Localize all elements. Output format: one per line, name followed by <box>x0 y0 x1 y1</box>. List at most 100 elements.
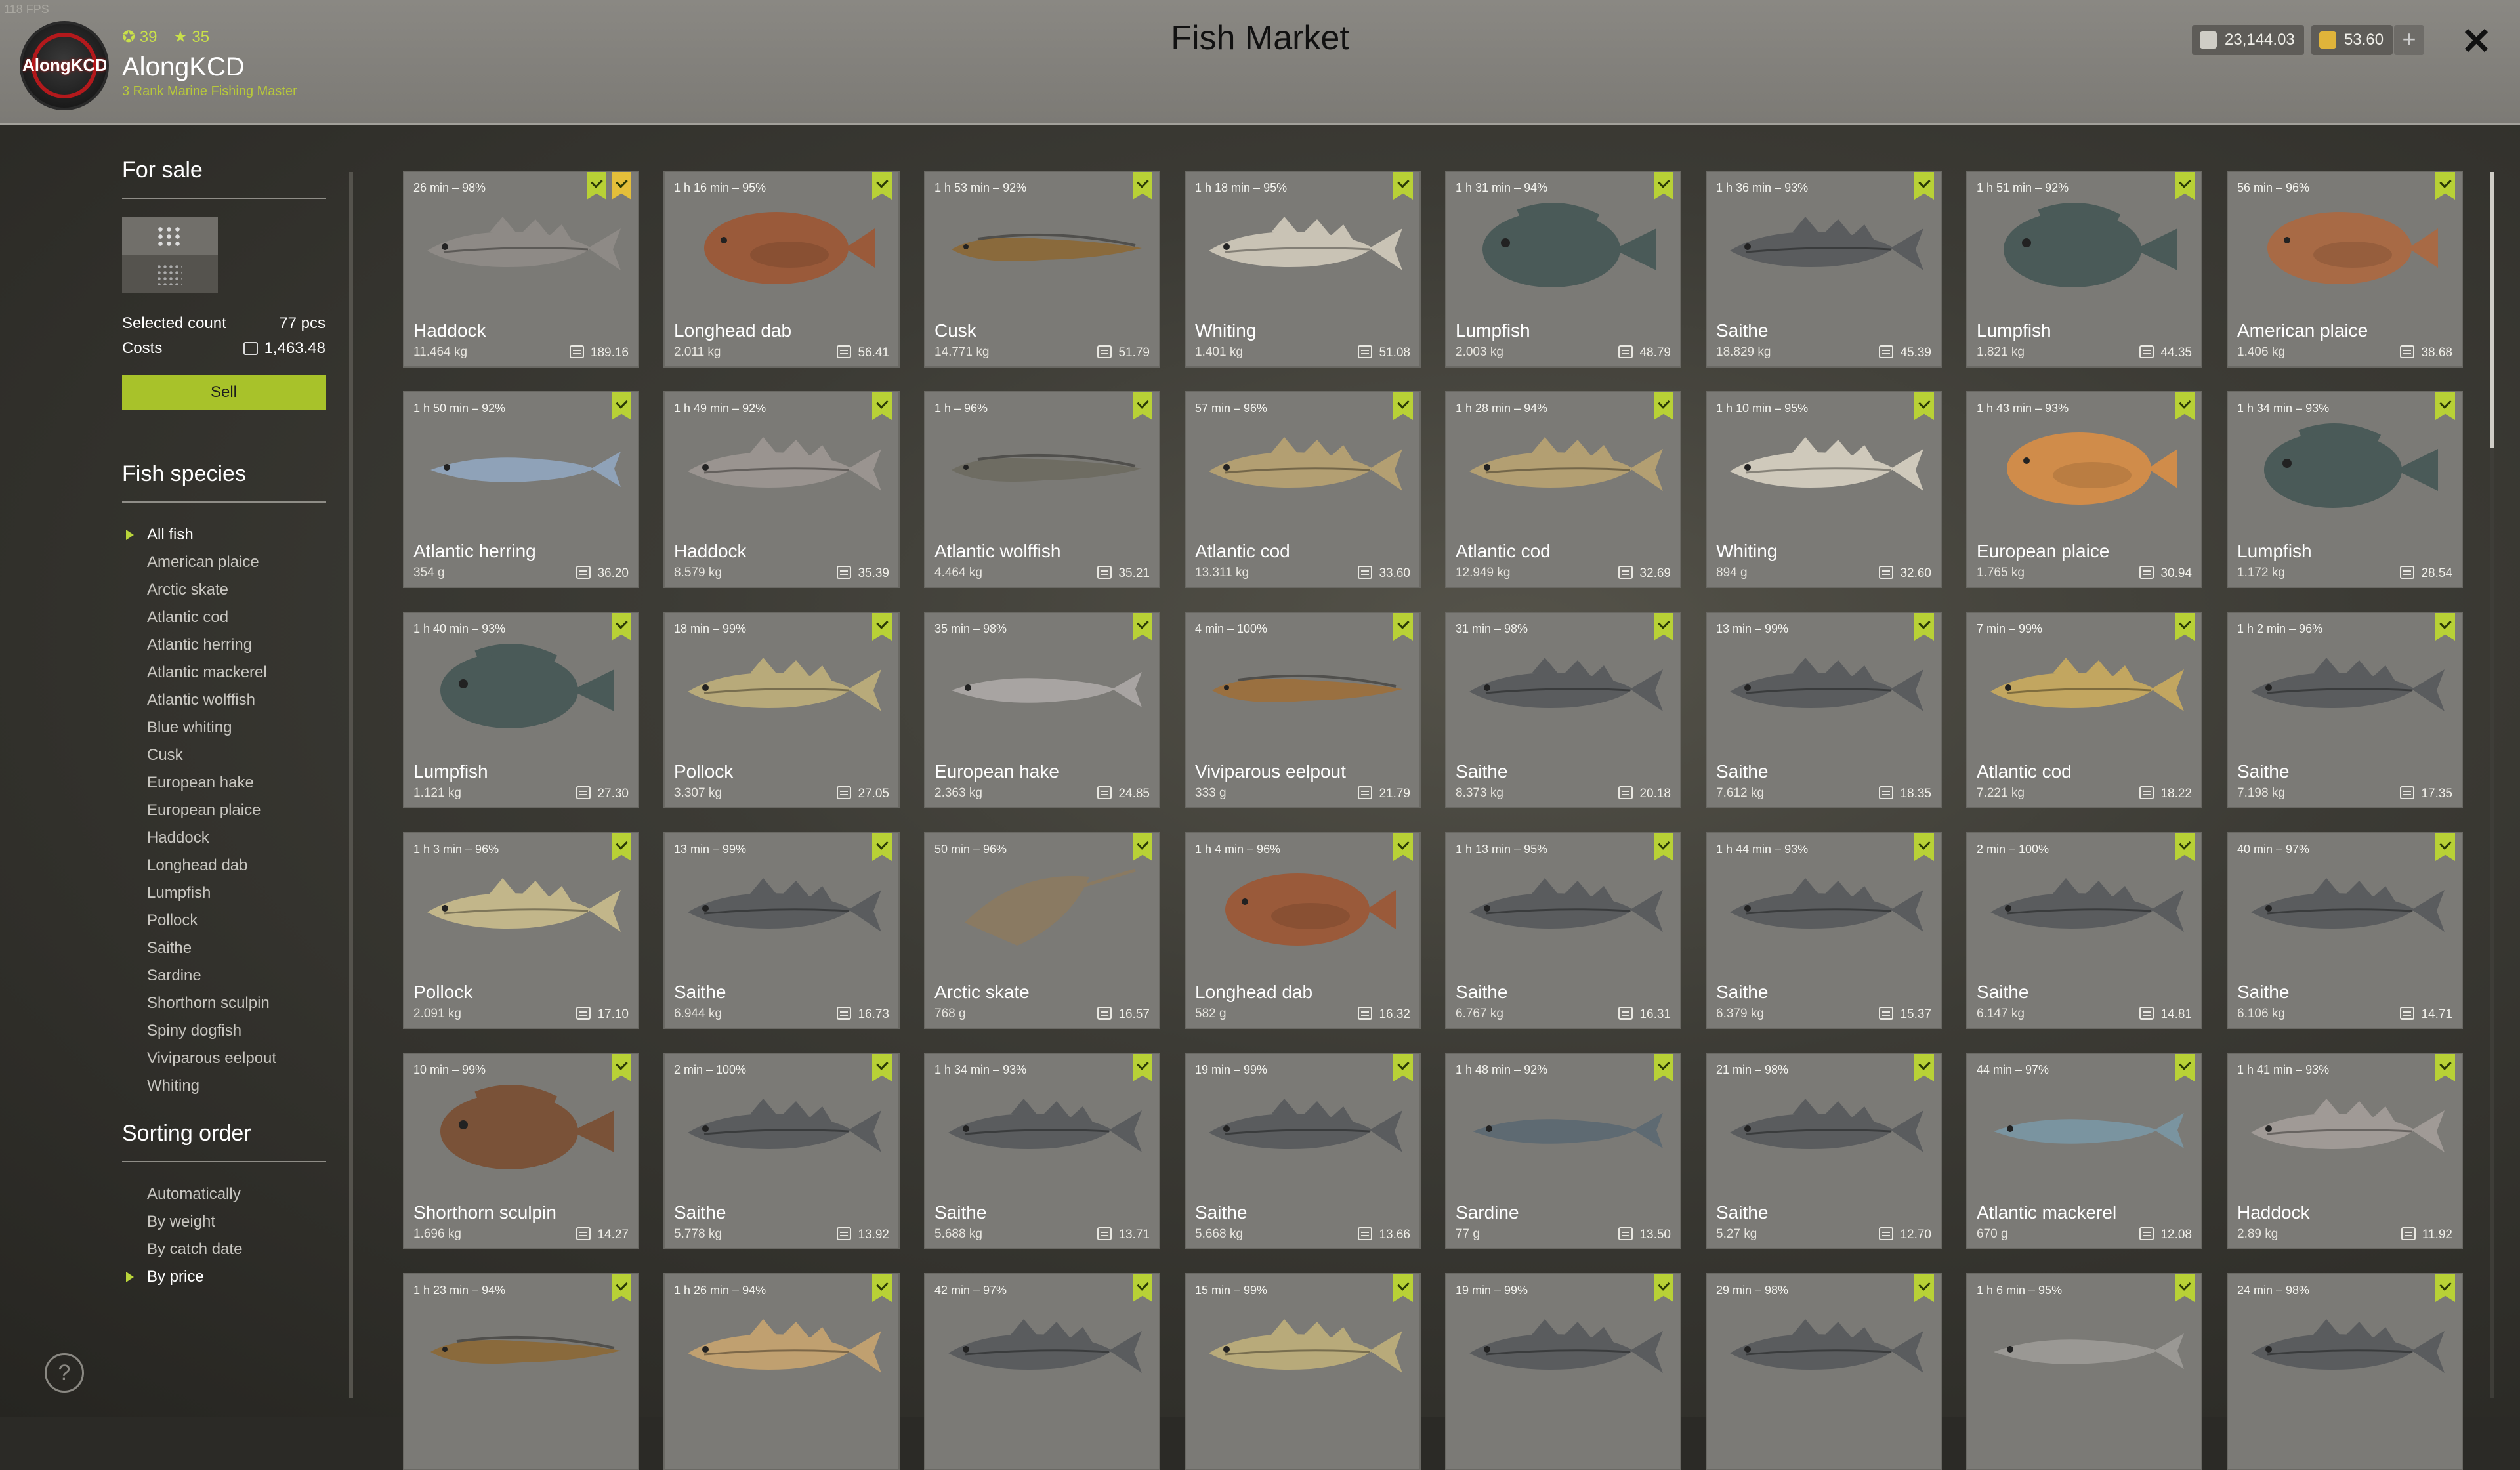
scrollbar-thumb[interactable] <box>2490 172 2494 448</box>
sort-item[interactable]: By price <box>122 1263 326 1291</box>
species-item[interactable]: Cusk <box>122 742 326 769</box>
fish-card[interactable]: 1 h 43 min – 93% European plaice 1.765 k… <box>1966 391 2202 588</box>
fish-card[interactable]: 1 h 3 min – 96% Pollock 2.091 kg 17.10 <box>403 832 639 1029</box>
species-item[interactable]: Spiny dogfish <box>122 1017 326 1045</box>
selected-check-icon[interactable] <box>1393 392 1413 420</box>
selected-check-icon[interactable] <box>1914 392 1934 420</box>
fish-card[interactable]: 1 h 13 min – 95% Saithe 6.767 kg 16.31 <box>1445 832 1681 1029</box>
fish-card[interactable]: 1 h 23 min – 94% <box>403 1273 639 1470</box>
selected-check-icon[interactable] <box>872 392 892 420</box>
fish-card[interactable]: 56 min – 96% American plaice 1.406 kg 38… <box>2227 171 2463 368</box>
fish-card[interactable]: 1 h 40 min – 93% Lumpfish 1.121 kg 27.30 <box>403 612 639 808</box>
fish-card[interactable]: 1 h 10 min – 95% Whiting 894 g 32.60 <box>1706 391 1942 588</box>
selected-check-icon[interactable] <box>1914 1054 1934 1082</box>
fish-card[interactable]: 42 min – 97% <box>924 1273 1160 1470</box>
selected-check-icon[interactable] <box>872 172 892 200</box>
sort-item[interactable]: Automatically <box>122 1181 326 1208</box>
fish-card[interactable]: 1 h 34 min – 93% Saithe 5.688 kg 13.71 <box>924 1053 1160 1250</box>
sort-item[interactable]: By catch date <box>122 1236 326 1263</box>
fish-card[interactable]: 44 min – 97% Atlantic mackerel 670 g 12.… <box>1966 1053 2202 1250</box>
fish-card[interactable]: 1 h 31 min – 94% Lumpfish 2.003 kg 48.79 <box>1445 171 1681 368</box>
selected-check-icon[interactable] <box>872 1274 892 1302</box>
fish-card[interactable]: 1 h 50 min – 92% Atlantic herring 354 g … <box>403 391 639 588</box>
selected-check-icon[interactable] <box>872 833 892 861</box>
selected-check-icon[interactable] <box>2175 613 2194 640</box>
fish-card[interactable]: 15 min – 99% <box>1185 1273 1421 1470</box>
fish-card[interactable]: 1 h 34 min – 93% Lumpfish 1.172 kg 28.54 <box>2227 391 2463 588</box>
selected-check-icon[interactable] <box>1133 613 1152 640</box>
selected-check-icon[interactable] <box>612 1274 631 1302</box>
selected-check-icon[interactable] <box>2175 392 2194 420</box>
species-item[interactable]: Atlantic herring <box>122 631 326 659</box>
selected-check-icon[interactable] <box>1393 1054 1413 1082</box>
fish-card[interactable]: 1 h 6 min – 95% <box>1966 1273 2202 1470</box>
fish-card[interactable]: 10 min – 99% Shorthorn sculpin 1.696 kg … <box>403 1053 639 1250</box>
selected-check-icon[interactable] <box>2435 613 2455 640</box>
selected-check-icon[interactable] <box>2435 1054 2455 1082</box>
fish-card[interactable]: 57 min – 96% Atlantic cod 13.311 kg 33.6… <box>1185 391 1421 588</box>
fish-card[interactable]: 40 min – 97% Saithe 6.106 kg 14.71 <box>2227 832 2463 1029</box>
fish-card[interactable]: 19 min – 99% <box>1445 1273 1681 1470</box>
species-item[interactable]: Blue whiting <box>122 714 326 742</box>
selected-check-icon[interactable] <box>1133 1274 1152 1302</box>
fish-card[interactable]: 18 min – 99% Pollock 3.307 kg 27.05 <box>663 612 900 808</box>
selected-check-icon[interactable] <box>1914 833 1934 861</box>
selected-check-icon[interactable] <box>872 613 892 640</box>
selected-check-icon[interactable] <box>1133 1054 1152 1082</box>
species-item[interactable]: All fish <box>122 521 326 549</box>
species-item[interactable]: Atlantic wolffish <box>122 686 326 714</box>
fish-card[interactable]: 1 h 2 min – 96% Saithe 7.198 kg 17.35 <box>2227 612 2463 808</box>
selected-check-icon[interactable] <box>1133 172 1152 200</box>
fish-card[interactable]: 13 min – 99% Saithe 6.944 kg 16.73 <box>663 832 900 1029</box>
fish-card[interactable]: 7 min – 99% Atlantic cod 7.221 kg 18.22 <box>1966 612 2202 808</box>
species-item[interactable]: American plaice <box>122 549 326 576</box>
species-item[interactable]: Whiting <box>122 1072 326 1100</box>
fish-card[interactable]: 31 min – 98% Saithe 8.373 kg 20.18 <box>1445 612 1681 808</box>
species-item[interactable]: Longhead dab <box>122 852 326 879</box>
selected-check-icon[interactable] <box>1654 1274 1673 1302</box>
favorite-star-icon[interactable] <box>612 172 631 200</box>
selected-check-icon[interactable] <box>612 613 631 640</box>
selected-check-icon[interactable] <box>2175 1274 2194 1302</box>
fish-card[interactable]: 1 h 49 min – 92% Haddock 8.579 kg 35.39 <box>663 391 900 588</box>
help-button[interactable]: ? <box>45 1353 84 1393</box>
fish-card[interactable]: 2 min – 100% Saithe 6.147 kg 14.81 <box>1966 832 2202 1029</box>
scrollbar[interactable] <box>2490 172 2494 1398</box>
selected-check-icon[interactable] <box>1654 613 1673 640</box>
close-button[interactable]: ✕ <box>2461 20 2492 63</box>
fish-card[interactable]: 2 min – 100% Saithe 5.778 kg 13.92 <box>663 1053 900 1250</box>
sort-item[interactable]: By weight <box>122 1208 326 1236</box>
add-currency-button[interactable]: + <box>2394 25 2424 55</box>
selected-check-icon[interactable] <box>1914 172 1934 200</box>
selected-check-icon[interactable] <box>1393 1274 1413 1302</box>
fish-card[interactable]: 26 min – 98% Haddock 11.464 kg 189.16 <box>403 171 639 368</box>
selected-check-icon[interactable] <box>612 1054 631 1082</box>
selected-check-icon[interactable] <box>1654 1054 1673 1082</box>
fish-card[interactable]: 1 h 4 min – 96% Longhead dab 582 g 16.32 <box>1185 832 1421 1029</box>
fish-card[interactable]: 21 min – 98% Saithe 5.27 kg 12.70 <box>1706 1053 1942 1250</box>
fish-card[interactable]: 1 h 48 min – 92% Sardine 77 g 13.50 <box>1445 1053 1681 1250</box>
fish-card[interactable]: 50 min – 96% Arctic skate 768 g 16.57 <box>924 832 1160 1029</box>
selected-check-icon[interactable] <box>1393 833 1413 861</box>
selected-check-icon[interactable] <box>1914 613 1934 640</box>
fish-card[interactable]: 1 h 44 min – 93% Saithe 6.379 kg 15.37 <box>1706 832 1942 1029</box>
fish-card[interactable]: 1 h 36 min – 93% Saithe 18.829 kg 45.39 <box>1706 171 1942 368</box>
selected-check-icon[interactable] <box>1654 392 1673 420</box>
fish-card[interactable]: 1 h 51 min – 92% Lumpfish 1.821 kg 44.35 <box>1966 171 2202 368</box>
species-item[interactable]: Atlantic mackerel <box>122 659 326 686</box>
fish-card[interactable]: 4 min – 100% Viviparous eelpout 333 g 21… <box>1185 612 1421 808</box>
species-item[interactable]: European hake <box>122 769 326 797</box>
selected-check-icon[interactable] <box>1654 172 1673 200</box>
fish-card[interactable]: 13 min – 99% Saithe 7.612 kg 18.35 <box>1706 612 1942 808</box>
selected-check-icon[interactable] <box>2175 172 2194 200</box>
fish-card[interactable]: 1 h 26 min – 94% <box>663 1273 900 1470</box>
selected-check-icon[interactable] <box>2435 1274 2455 1302</box>
species-item[interactable]: Shorthorn sculpin <box>122 990 326 1017</box>
small-grid-view-button[interactable] <box>122 255 218 293</box>
selected-check-icon[interactable] <box>2435 392 2455 420</box>
fish-card[interactable]: 1 h 28 min – 94% Atlantic cod 12.949 kg … <box>1445 391 1681 588</box>
sell-button[interactable]: Sell <box>122 375 326 410</box>
fish-card[interactable]: 1 h 41 min – 93% Haddock 2.89 kg 11.92 <box>2227 1053 2463 1250</box>
selected-check-icon[interactable] <box>1393 613 1413 640</box>
fish-card[interactable]: 29 min – 98% <box>1706 1273 1942 1470</box>
